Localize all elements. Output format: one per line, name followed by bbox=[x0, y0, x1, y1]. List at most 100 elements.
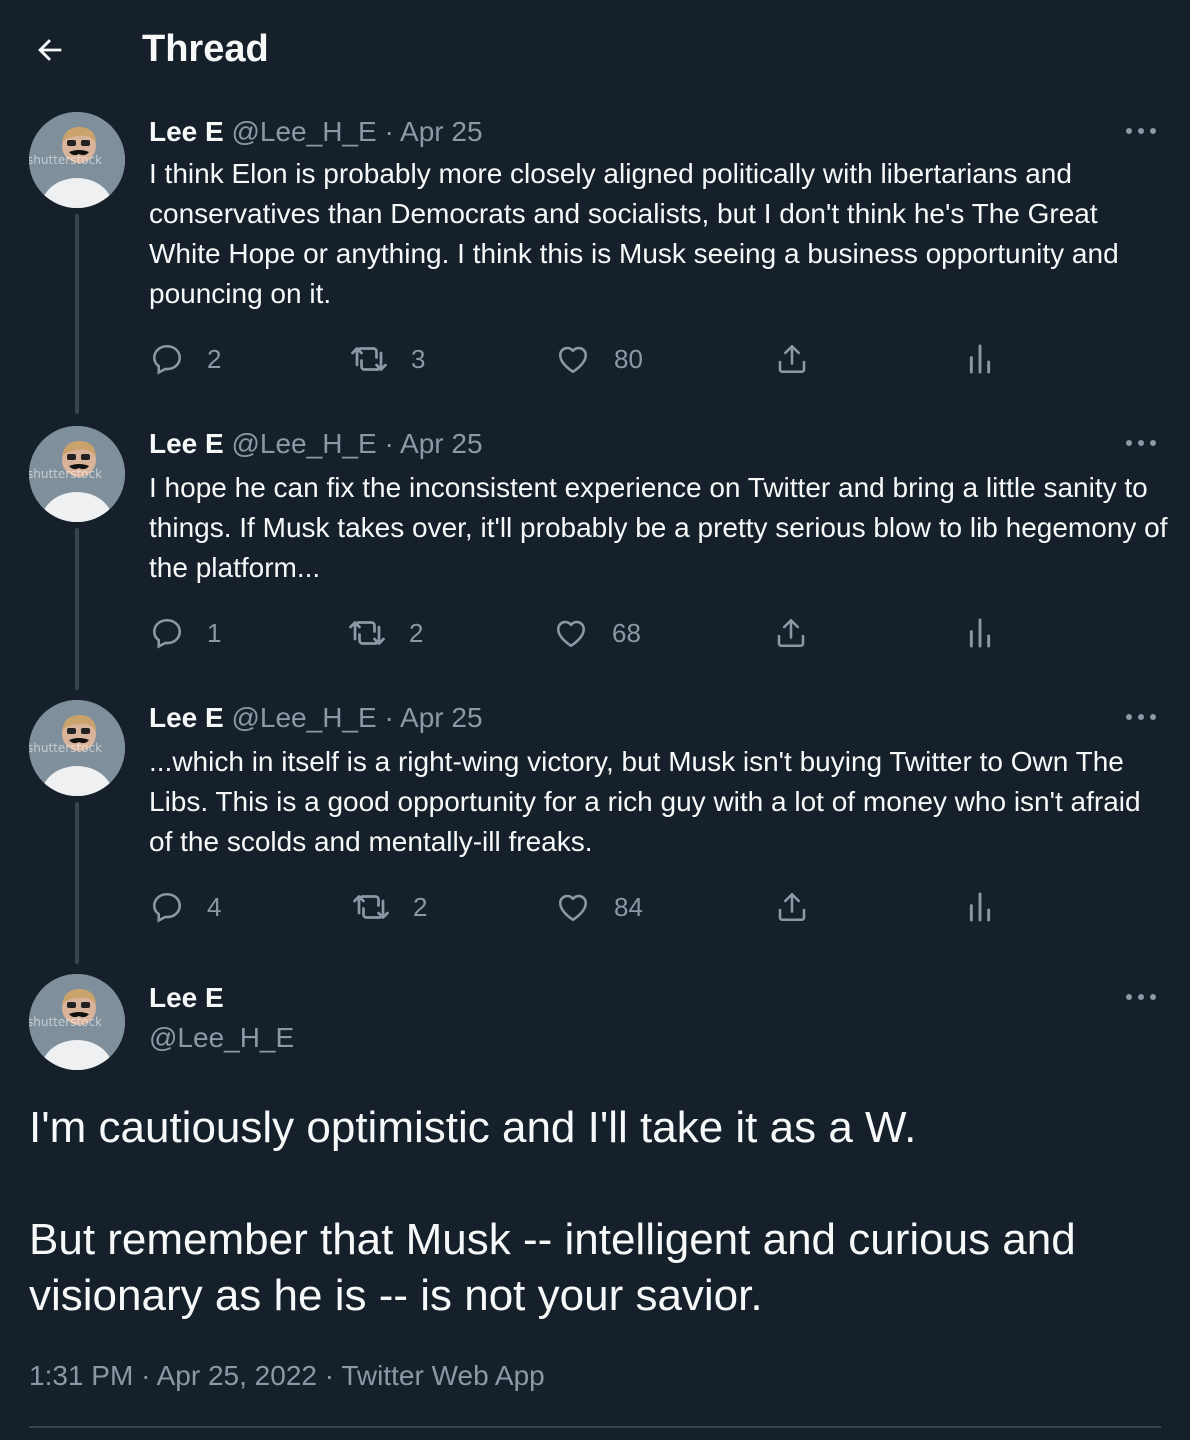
reply-button[interactable]: 2 bbox=[149, 339, 221, 379]
tweet-header: Lee E @Lee_H_E · Apr 25 bbox=[149, 112, 483, 152]
retweet-count: 2 bbox=[413, 891, 428, 922]
avatar[interactable]: shutterstock bbox=[29, 974, 125, 1070]
tweet-date[interactable]: Apr 25 bbox=[400, 702, 483, 733]
like-button[interactable]: 68 bbox=[552, 613, 641, 653]
share-button[interactable] bbox=[774, 339, 810, 379]
reply-icon bbox=[152, 344, 182, 375]
share-icon bbox=[777, 618, 805, 648]
like-icon bbox=[558, 894, 588, 922]
tweet-header: Lee E @Lee_H_E · Apr 25 bbox=[149, 424, 483, 464]
thread-tweet-2[interactable]: shutterstock Lee E @Lee_H_E · Apr 25 I h… bbox=[0, 426, 1190, 696]
main-tweet-paragraph-1: I'm cautiously optimistic and I'll take … bbox=[29, 1103, 917, 1152]
avatar-image: shutterstock bbox=[29, 974, 125, 1070]
retweet-button[interactable]: 3 bbox=[349, 339, 425, 379]
tweet-header: Lee E @Lee_H_E · Apr 25 bbox=[149, 698, 483, 738]
thread-header: Thread bbox=[0, 0, 1190, 100]
more-icon bbox=[1126, 440, 1156, 446]
svg-text:shutterstock: shutterstock bbox=[29, 153, 102, 167]
author-handle[interactable]: @Lee_H_E bbox=[231, 702, 376, 733]
analytics-button[interactable] bbox=[967, 613, 993, 653]
tweet-text: I think Elon is probably more closely al… bbox=[149, 158, 1119, 309]
reply-button[interactable]: 4 bbox=[149, 887, 221, 927]
avatar-image: shutterstock bbox=[29, 112, 125, 208]
main-tweet-paragraph-2: But remember that Musk -- intelligent an… bbox=[29, 1215, 1076, 1320]
author-name[interactable]: Lee E bbox=[149, 116, 224, 147]
tweet-meta: 1:31 PM · Apr 25, 2022 · Twitter Web App bbox=[29, 1356, 545, 1396]
like-button[interactable]: 80 bbox=[554, 339, 643, 379]
separator: · bbox=[384, 428, 394, 459]
author-handle[interactable]: @Lee_H_E bbox=[149, 1018, 294, 1058]
more-icon bbox=[1126, 714, 1156, 720]
retweet-button[interactable]: 2 bbox=[347, 613, 423, 653]
thread-tweet-1[interactable]: shutterstock Lee E @Lee_H_E · Apr 25 I t… bbox=[0, 112, 1190, 414]
author-handle[interactable]: @Lee_H_E bbox=[231, 116, 376, 147]
thread-connector bbox=[75, 802, 79, 964]
reply-count: 1 bbox=[207, 617, 222, 648]
tweet-full-date[interactable]: Apr 25, 2022 bbox=[157, 1360, 317, 1391]
like-count: 68 bbox=[612, 617, 641, 648]
tweet-text: ...which in itself is a right-wing victo… bbox=[149, 746, 1141, 857]
like-count: 80 bbox=[614, 343, 643, 374]
analytics-button[interactable] bbox=[967, 339, 993, 379]
like-count: 84 bbox=[614, 891, 643, 922]
svg-text:shutterstock: shutterstock bbox=[29, 741, 102, 755]
retweet-button[interactable]: 2 bbox=[351, 887, 427, 927]
author-name[interactable]: Lee E bbox=[149, 702, 224, 733]
separator: · bbox=[384, 702, 394, 733]
tweet-time[interactable]: 1:31 PM bbox=[29, 1360, 133, 1391]
more-button[interactable] bbox=[1124, 982, 1158, 1012]
tweet-text: I hope he can fix the inconsistent exper… bbox=[149, 472, 1168, 583]
tweet-actions: 4 2 84 bbox=[149, 887, 1049, 927]
back-button[interactable] bbox=[30, 30, 70, 70]
tweet-actions: 1 2 68 bbox=[149, 613, 1049, 653]
reply-count: 4 bbox=[207, 891, 222, 922]
retweet-count: 3 bbox=[411, 343, 426, 374]
separator: · bbox=[324, 1360, 335, 1391]
tweet-source[interactable]: Twitter Web App bbox=[341, 1360, 544, 1391]
share-button[interactable] bbox=[773, 613, 809, 653]
back-arrow-icon bbox=[38, 39, 62, 61]
main-tweet: shutterstock Lee E @Lee_H_E I'm cautious… bbox=[0, 974, 1190, 1440]
avatar-image: shutterstock bbox=[29, 426, 125, 522]
avatar-image: shutterstock bbox=[29, 700, 125, 796]
more-button[interactable] bbox=[1124, 116, 1158, 146]
avatar[interactable]: shutterstock bbox=[29, 426, 125, 522]
thread-tweet-3[interactable]: shutterstock Lee E @Lee_H_E · Apr 25 ...… bbox=[0, 700, 1190, 970]
share-icon bbox=[778, 344, 806, 374]
separator: · bbox=[384, 116, 394, 147]
like-icon bbox=[556, 620, 586, 648]
reply-icon bbox=[152, 892, 182, 923]
divider bbox=[29, 1426, 1161, 1428]
reply-count: 2 bbox=[207, 343, 222, 374]
more-button[interactable] bbox=[1124, 702, 1158, 732]
analytics-icon bbox=[969, 618, 991, 648]
reply-button[interactable]: 1 bbox=[149, 613, 221, 653]
thread-connector bbox=[75, 528, 79, 690]
thread-connector bbox=[75, 214, 79, 414]
tweet-actions: 2 3 80 bbox=[149, 339, 1049, 379]
like-button[interactable]: 84 bbox=[554, 887, 643, 927]
reply-icon bbox=[152, 618, 182, 649]
share-button[interactable] bbox=[774, 887, 810, 927]
separator: · bbox=[141, 1360, 151, 1391]
svg-text:shutterstock: shutterstock bbox=[29, 1015, 102, 1029]
retweet-icon bbox=[353, 895, 389, 919]
more-icon bbox=[1126, 128, 1156, 134]
avatar[interactable]: shutterstock bbox=[29, 700, 125, 796]
analytics-button[interactable] bbox=[967, 887, 993, 927]
retweet-icon bbox=[351, 347, 387, 371]
more-button[interactable] bbox=[1124, 428, 1158, 458]
author-name[interactable]: Lee E bbox=[149, 978, 224, 1018]
analytics-icon bbox=[969, 344, 991, 374]
retweet-count: 2 bbox=[409, 617, 424, 648]
author-handle[interactable]: @Lee_H_E bbox=[231, 428, 376, 459]
tweet-date[interactable]: Apr 25 bbox=[400, 116, 483, 147]
like-icon bbox=[558, 346, 588, 374]
retweet-icon bbox=[349, 621, 385, 645]
more-icon bbox=[1126, 994, 1156, 1000]
share-icon bbox=[778, 892, 806, 922]
avatar[interactable]: shutterstock bbox=[29, 112, 125, 208]
author-name[interactable]: Lee E bbox=[149, 428, 224, 459]
tweet-date[interactable]: Apr 25 bbox=[400, 428, 483, 459]
page-title: Thread bbox=[142, 28, 269, 70]
